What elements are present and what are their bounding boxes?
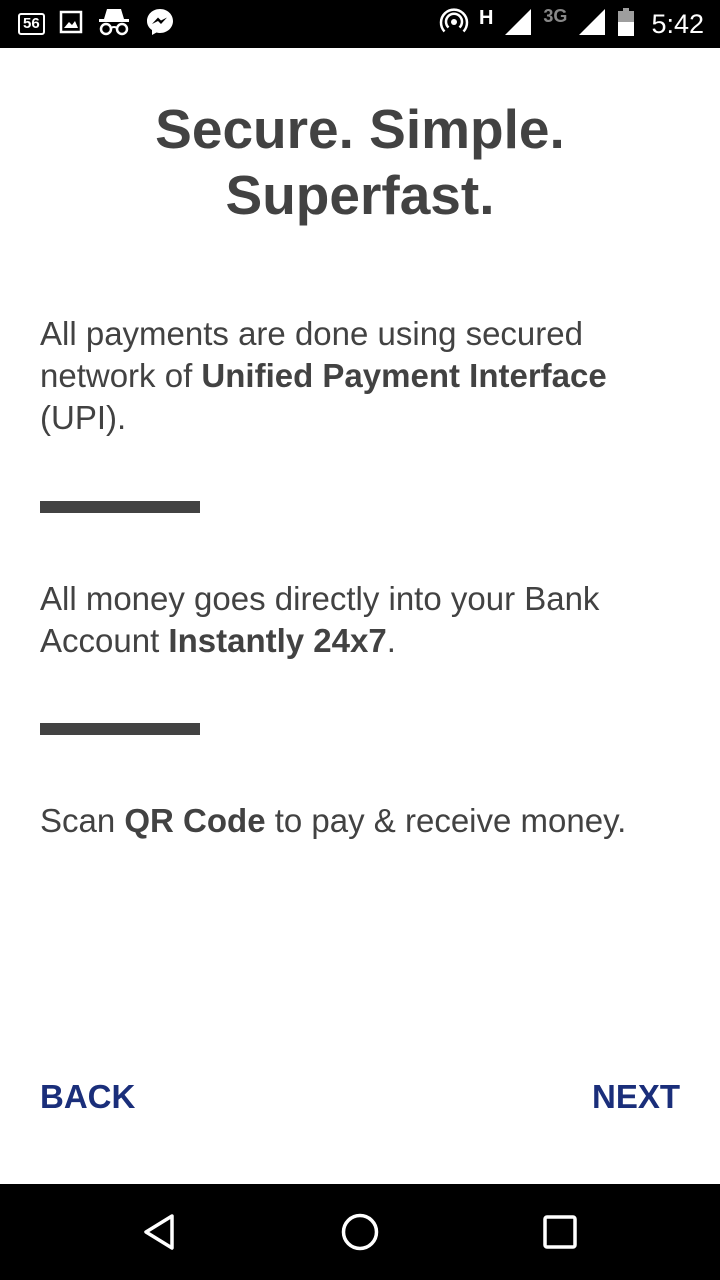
back-button[interactable]: BACK [40,1075,135,1119]
battery-icon [617,7,635,42]
notification-count-icon: 56 [18,13,45,35]
next-button[interactable]: NEXT [592,1075,680,1119]
home-circle-icon[interactable] [300,1184,420,1280]
feature-bank-account: All money goes directly into your Bank A… [40,578,680,662]
feature-qr-highlight: QR Code [124,802,266,839]
status-bar-notifications: 56 [18,8,175,40]
divider-2 [40,723,200,735]
divider-1 [40,501,200,513]
hotspot-icon [439,7,469,42]
feature-bank-suffix: . [386,622,396,659]
network-type-label: H [478,6,494,29]
feature-qr-code: Scan QR Code to pay & receive money. [40,800,680,842]
feature-qr-suffix: to pay & receive money. [265,802,627,839]
signal-icon [503,7,533,42]
status-time: 5:42 [651,8,704,39]
feature-upi-suffix: (UPI). [40,399,127,436]
title-line-2: Superfast. [225,164,495,226]
feature-bank-highlight: Instantly 24x7 [168,622,387,659]
recents-square-icon[interactable] [500,1184,620,1280]
status-bar: 56 H 3G 5:42 [0,0,720,48]
feature-qr-text: Scan [40,802,125,839]
back-triangle-icon[interactable] [100,1184,220,1280]
incognito-icon [97,7,131,42]
title-line-1: Secure. Simple. [155,98,565,160]
network-3g-label: 3G [543,5,568,26]
signal-icon-secondary [577,7,607,42]
feature-upi: All payments are done using secured netw… [40,313,680,439]
page-title: Secure. Simple. Superfast. [0,96,720,228]
feature-upi-highlight: Unified Payment Interface [201,357,607,394]
status-bar-system: H 3G 5:42 [439,4,704,44]
system-navigation-bar [0,1184,720,1280]
image-icon [59,10,83,39]
messenger-icon [145,7,175,42]
